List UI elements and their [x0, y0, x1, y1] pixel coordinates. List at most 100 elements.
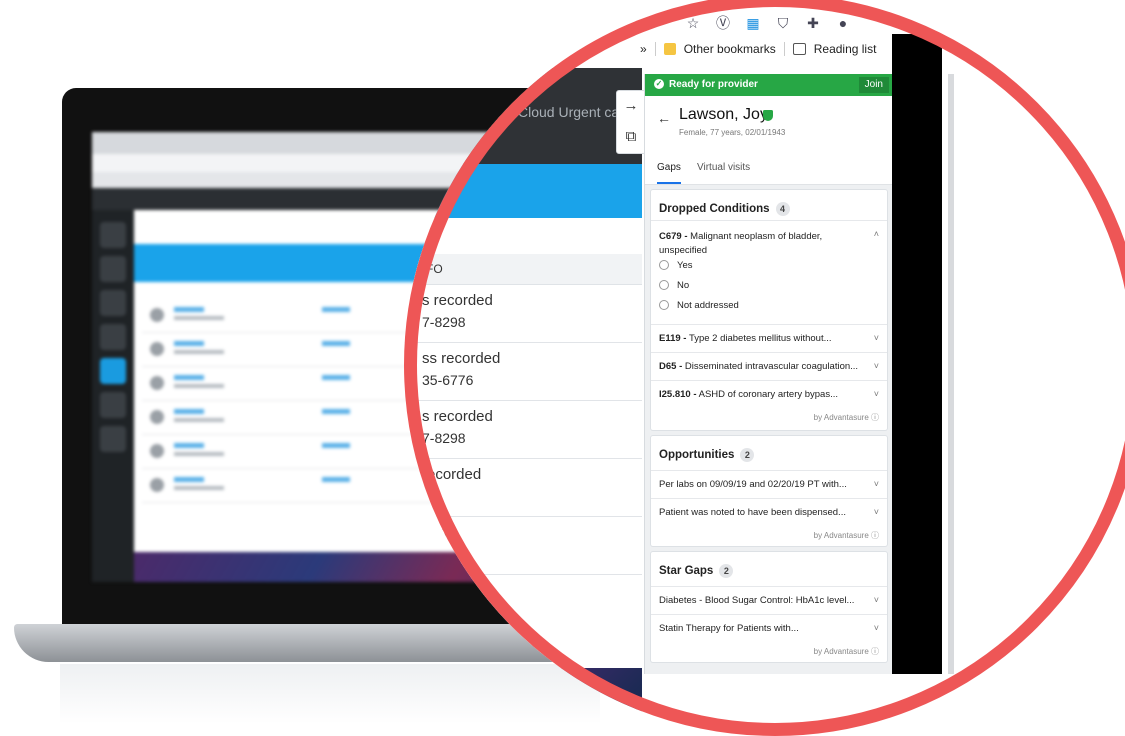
- advantasure-credit: by Advantasure ⓘ: [813, 531, 879, 540]
- tabs: Gaps Virtual visits: [645, 154, 893, 184]
- chevron-down-icon[interactable]: ˅: [874, 361, 879, 371]
- radio-circle[interactable]: [659, 280, 669, 291]
- chevron-down-icon[interactable]: ˅: [874, 507, 879, 517]
- radio-no[interactable]: No: [659, 280, 689, 291]
- star-gap-item[interactable]: Diabetes - Blood Sugar Control: HbA1c le…: [651, 586, 887, 615]
- app-banner: [404, 164, 642, 218]
- arrow-right-icon[interactable]: →: [617, 91, 645, 121]
- laptop-nav-item: [100, 256, 126, 282]
- card-title-text: Opportunities: [659, 449, 735, 461]
- condition-item[interactable]: D65 - Disseminated intravascular coagula…: [651, 352, 887, 381]
- chevron-down-icon[interactable]: ˅: [874, 595, 879, 605]
- table-row[interactable]: s recorded 7-8298: [404, 284, 642, 343]
- laptop-nav-item: [100, 392, 126, 418]
- radio-label: Yes: [677, 260, 693, 271]
- popout-icon[interactable]: ⧉: [617, 122, 645, 152]
- table-row[interactable]: ded: [404, 516, 642, 575]
- active-tab-indicator: [657, 182, 681, 184]
- card-title: Star Gaps 2: [659, 564, 734, 578]
- status-bar: ✓ Ready for provider Join: [645, 74, 893, 96]
- patient-name: Lawson, Joy: [679, 106, 768, 123]
- row-status: s recorded: [422, 408, 493, 425]
- other-bookmarks-link[interactable]: Other bookmarks: [684, 42, 776, 56]
- count-badge: 2: [740, 448, 755, 462]
- chevron-down-icon[interactable]: ˅: [874, 623, 879, 633]
- condition-text: Type 2 diabetes mellitus without...: [688, 333, 832, 344]
- card-title-text: Star Gaps: [659, 565, 714, 577]
- laptop-nav-item: [100, 426, 126, 452]
- radio-circle[interactable]: [659, 260, 669, 271]
- reading-list-link[interactable]: Reading list: [814, 42, 877, 56]
- dropped-conditions-card: Dropped Conditions 4 ˄ C679 - Malignant n…: [651, 190, 887, 430]
- app-main-area: Cloud Urgent car FO s recorded 7-8298 ss…: [404, 68, 642, 736]
- table-row[interactable]: recorded: [404, 458, 642, 517]
- laptop-nav-item: [100, 324, 126, 350]
- condition-code: E119 -: [659, 333, 687, 344]
- status-text: Ready for provider: [669, 79, 758, 90]
- tab-virtual-visits[interactable]: Virtual visits: [697, 162, 750, 173]
- magnifier-circle: ☆ Ⓥ ▦ ⛉ ✚ ● » Other bookmarks Reading li…: [404, 0, 1125, 736]
- condition-code: C679 -: [659, 231, 688, 242]
- profile-icon[interactable]: ●: [834, 15, 852, 31]
- laptop-bezel-edge: [892, 34, 942, 674]
- windows-icon[interactable]: ▦: [744, 15, 762, 32]
- divider: [654, 42, 656, 56]
- extensions-row: ☆ Ⓥ ▦ ⛉ ✚ ●: [684, 12, 852, 34]
- star-icon[interactable]: ☆: [684, 15, 702, 32]
- radio-yes[interactable]: Yes: [659, 260, 693, 271]
- chevron-down-icon[interactable]: ˅: [874, 333, 879, 343]
- puzzle-icon[interactable]: ✚: [804, 15, 822, 32]
- condition-description: C679 - Malignant neoplasm of bladder, un…: [659, 230, 859, 258]
- advantasure-credit: by Advantasure ⓘ: [813, 647, 879, 656]
- row-phone: 35-6776: [422, 372, 474, 388]
- patient-info: Female, 77 years, 02/01/1943: [679, 128, 786, 137]
- card-title: Opportunities 2: [659, 448, 755, 462]
- back-arrow-icon[interactable]: ←: [657, 110, 671, 126]
- star-gap-item[interactable]: Statin Therapy for Patients with... ˅: [651, 614, 887, 643]
- condition-code: D65 -: [659, 361, 683, 372]
- app-header: Cloud Urgent car: [404, 68, 642, 164]
- condition-item[interactable]: E119 - Type 2 diabetes mellitus without.…: [651, 324, 887, 353]
- chevron-down-icon[interactable]: ˅: [874, 479, 879, 489]
- row-phone: 7-8298: [422, 314, 466, 330]
- join-button[interactable]: Join: [858, 77, 889, 93]
- v-icon[interactable]: Ⓥ: [714, 13, 732, 33]
- opportunity-item[interactable]: Per labs on 09/09/19 and 02/20/19 PT wit…: [651, 470, 887, 499]
- radio-label: No: [677, 280, 690, 291]
- column-header: FO: [404, 254, 642, 285]
- table-row[interactable]: s recorded 7-8298: [404, 400, 642, 459]
- table-row[interactable]: ss recorded 35-6776: [404, 342, 642, 401]
- window-edge: [948, 74, 954, 674]
- count-badge: 2: [719, 564, 734, 578]
- app-title: Cloud Urgent car: [518, 104, 624, 120]
- opportunities-card: Opportunities 2 Per labs on 09/09/19 and …: [651, 436, 887, 546]
- check-circle-icon: ✓: [654, 79, 664, 89]
- app-footer-art: [404, 668, 642, 736]
- radio-not-addressed[interactable]: Not addressed: [659, 300, 739, 311]
- divider: [783, 42, 785, 56]
- chevron-down-icon[interactable]: ˅: [874, 389, 879, 399]
- browser-chrome: ☆ Ⓥ ▦ ⛉ ✚ ● » Other bookmarks Reading li…: [404, 0, 1125, 76]
- sidebar-toolstrip: → ⧉: [616, 90, 646, 154]
- radio-circle[interactable]: [659, 300, 669, 311]
- star-gap-text: Statin Therapy for Patients with...: [659, 623, 799, 634]
- condition-item[interactable]: I25.810 - ASHD of coronary artery bypas.…: [651, 380, 887, 409]
- patient-sidebar: ✓ Ready for provider Join ← Lawson, Joy …: [644, 74, 893, 674]
- chevron-up-icon[interactable]: ˄: [874, 229, 879, 239]
- star-gaps-card: Star Gaps 2 Diabetes - Blood Sugar Contro…: [651, 552, 887, 662]
- opportunity-item[interactable]: Patient was noted to have been dispensed…: [651, 498, 887, 527]
- laptop-nav-item: [100, 290, 126, 316]
- bookmarks-overflow-button[interactable]: »: [640, 42, 647, 56]
- laptop-nav-item: [100, 222, 126, 248]
- row-status: ded: [422, 524, 448, 541]
- condition-text: Disseminated intravascular coagulation..…: [684, 361, 859, 372]
- opportunity-text: Patient was noted to have been dispensed…: [659, 507, 846, 518]
- verified-shield-icon: [763, 110, 773, 121]
- star-gap-text: Diabetes - Blood Sugar Control: HbA1c le…: [659, 595, 855, 606]
- tab-gaps[interactable]: Gaps: [657, 162, 681, 173]
- shield-icon[interactable]: ⛉: [774, 15, 792, 32]
- row-status: ss recorded: [422, 350, 501, 367]
- patient-header: ← Lawson, Joy Female, 77 years, 02/01/19…: [645, 96, 893, 185]
- laptop-app-sidebar: [92, 210, 134, 582]
- radio-label: Not addressed: [677, 300, 739, 311]
